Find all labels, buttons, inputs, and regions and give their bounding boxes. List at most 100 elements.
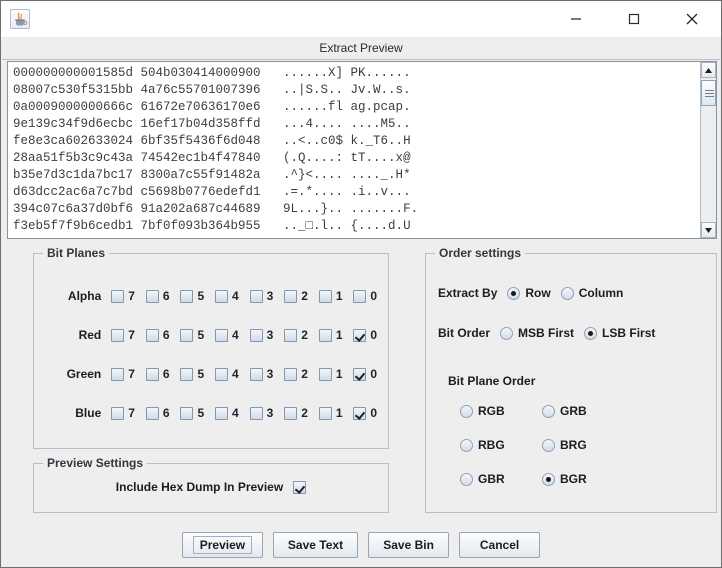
checkbox-green-7[interactable] <box>111 367 125 381</box>
bit-checkbox-green-4[interactable]: 4 <box>215 367 250 381</box>
bit-checkbox-red-4[interactable]: 4 <box>215 328 250 342</box>
checkbox-red-6[interactable] <box>145 328 159 342</box>
scrollbar-thumb[interactable] <box>701 80 716 106</box>
radio-indicator-bgr[interactable] <box>542 472 555 486</box>
bit-checkbox-red-5[interactable]: 5 <box>180 328 215 342</box>
radio-indicator-row[interactable] <box>507 286 521 300</box>
checkbox-green-2[interactable] <box>284 367 298 381</box>
radio-indicator-msb-first[interactable] <box>500 326 514 340</box>
bit-checkbox-green-2[interactable]: 2 <box>284 367 319 381</box>
checkbox-red-2[interactable] <box>284 328 298 342</box>
bit-checkbox-green-1[interactable]: 1 <box>318 367 354 381</box>
radio-bit-plane-order-brg[interactable]: BRG <box>542 438 624 452</box>
radio-indicator-lsb-first[interactable] <box>584 326 598 340</box>
bit-checkbox-alpha-4[interactable]: 4 <box>215 289 250 303</box>
radio-indicator-column[interactable] <box>560 286 574 300</box>
checkbox-blue-6[interactable] <box>145 406 159 420</box>
checkbox-alpha-3[interactable] <box>249 289 263 303</box>
checkbox-red-5[interactable] <box>180 328 194 342</box>
checkbox-green-1[interactable] <box>318 367 332 381</box>
checkbox-alpha-4[interactable] <box>215 289 229 303</box>
checkbox-blue-3[interactable] <box>249 406 263 420</box>
radio-bit-plane-order-bgr[interactable]: BGR <box>542 472 624 486</box>
checkbox-red-4[interactable] <box>215 328 229 342</box>
bit-checkbox-red-3[interactable]: 3 <box>249 328 285 342</box>
checkbox-blue-2[interactable] <box>284 406 298 420</box>
radio-bit-plane-order-rbg[interactable]: RBG <box>460 438 542 452</box>
close-button[interactable] <box>669 1 715 37</box>
scroll-down-button[interactable] <box>701 222 716 238</box>
include-hex-dump-row[interactable]: Include Hex Dump In Preview <box>34 480 388 494</box>
bit-checkbox-alpha-7[interactable]: 7 <box>111 289 146 303</box>
radio-indicator-rbg[interactable] <box>460 438 473 452</box>
bit-checkbox-alpha-6[interactable]: 6 <box>145 289 181 303</box>
radio-bit-plane-order-gbr[interactable]: GBR <box>460 472 542 486</box>
bit-checkbox-red-7[interactable]: 7 <box>111 328 146 342</box>
checkbox-green-3[interactable] <box>249 367 263 381</box>
save-bin-button[interactable]: Save Bin <box>368 532 450 558</box>
checkbox-green-5[interactable] <box>180 367 194 381</box>
bit-checkbox-blue-1[interactable]: 1 <box>318 406 354 420</box>
bit-checkbox-alpha-0[interactable]: 0 <box>353 289 388 303</box>
bit-checkbox-red-6[interactable]: 6 <box>145 328 181 342</box>
bit-checkbox-blue-2[interactable]: 2 <box>284 406 319 420</box>
checkbox-red-1[interactable] <box>318 328 332 342</box>
maximize-button[interactable] <box>611 1 657 37</box>
scrollbar-track[interactable] <box>701 78 716 222</box>
checkbox-green-0[interactable] <box>353 367 367 381</box>
bit-checkbox-green-7[interactable]: 7 <box>111 367 146 381</box>
hex-dump-text[interactable]: 000000000001585d 504b030414000900 ......… <box>8 62 700 238</box>
save-text-button[interactable]: Save Text <box>272 532 359 558</box>
minimize-button[interactable] <box>553 1 599 37</box>
bit-checkbox-blue-7[interactable]: 7 <box>111 406 146 420</box>
checkbox-blue-5[interactable] <box>180 406 194 420</box>
cancel-button[interactable]: Cancel <box>459 532 541 558</box>
checkbox-green-4[interactable] <box>215 367 229 381</box>
preview-button[interactable]: Preview <box>181 532 263 558</box>
radio-bit-plane-order-rgb[interactable]: RGB <box>460 404 542 418</box>
checkbox-alpha-7[interactable] <box>111 289 125 303</box>
bit-checkbox-green-3[interactable]: 3 <box>249 367 285 381</box>
bit-checkbox-blue-4[interactable]: 4 <box>215 406 250 420</box>
checkbox-red-3[interactable] <box>249 328 263 342</box>
checkbox-blue-1[interactable] <box>318 406 332 420</box>
scroll-up-button[interactable] <box>701 62 716 78</box>
radio-bit-plane-order-grb[interactable]: GRB <box>542 404 624 418</box>
radio-extract-by-row[interactable]: Row <box>507 286 551 300</box>
bit-checkbox-red-0[interactable]: 0 <box>353 328 388 342</box>
radio-indicator-brg[interactable] <box>542 438 555 452</box>
checkbox-blue-0[interactable] <box>353 406 367 420</box>
checkbox-alpha-2[interactable] <box>284 289 298 303</box>
bit-checkbox-alpha-5[interactable]: 5 <box>180 289 215 303</box>
bit-checkbox-blue-6[interactable]: 6 <box>145 406 181 420</box>
bit-checkbox-blue-5[interactable]: 5 <box>180 406 215 420</box>
radio-bit-order-lsb[interactable]: LSB First <box>584 326 655 340</box>
checkbox-red-0[interactable] <box>353 328 367 342</box>
checkbox-alpha-6[interactable] <box>145 289 159 303</box>
bit-checkbox-green-6[interactable]: 6 <box>145 367 181 381</box>
radio-indicator-grb[interactable] <box>542 404 555 418</box>
checkbox-blue-7[interactable] <box>111 406 125 420</box>
bit-checkbox-blue-3[interactable]: 3 <box>249 406 285 420</box>
bit-checkbox-alpha-2[interactable]: 2 <box>284 289 319 303</box>
checkbox-blue-4[interactable] <box>215 406 229 420</box>
hex-dump-scrollbar[interactable] <box>700 62 716 238</box>
bit-checkbox-red-1[interactable]: 1 <box>318 328 354 342</box>
checkbox-alpha-1[interactable] <box>318 289 332 303</box>
radio-bit-order-msb[interactable]: MSB First <box>500 326 574 340</box>
bit-checkbox-alpha-1[interactable]: 1 <box>318 289 354 303</box>
checkbox-include-hex-dump[interactable] <box>293 480 307 494</box>
bit-checkbox-green-0[interactable]: 0 <box>353 367 388 381</box>
bit-checkbox-alpha-3[interactable]: 3 <box>249 289 285 303</box>
checkbox-alpha-5[interactable] <box>180 289 194 303</box>
bit-number-label: 1 <box>335 406 343 420</box>
radio-indicator-gbr[interactable] <box>460 472 473 486</box>
radio-indicator-rgb[interactable] <box>460 404 473 418</box>
radio-extract-by-column[interactable]: Column <box>560 286 623 300</box>
bit-checkbox-green-5[interactable]: 5 <box>180 367 215 381</box>
bit-checkbox-blue-0[interactable]: 0 <box>353 406 388 420</box>
checkbox-alpha-0[interactable] <box>353 289 367 303</box>
bit-checkbox-red-2[interactable]: 2 <box>284 328 319 342</box>
checkbox-red-7[interactable] <box>111 328 125 342</box>
checkbox-green-6[interactable] <box>145 367 159 381</box>
